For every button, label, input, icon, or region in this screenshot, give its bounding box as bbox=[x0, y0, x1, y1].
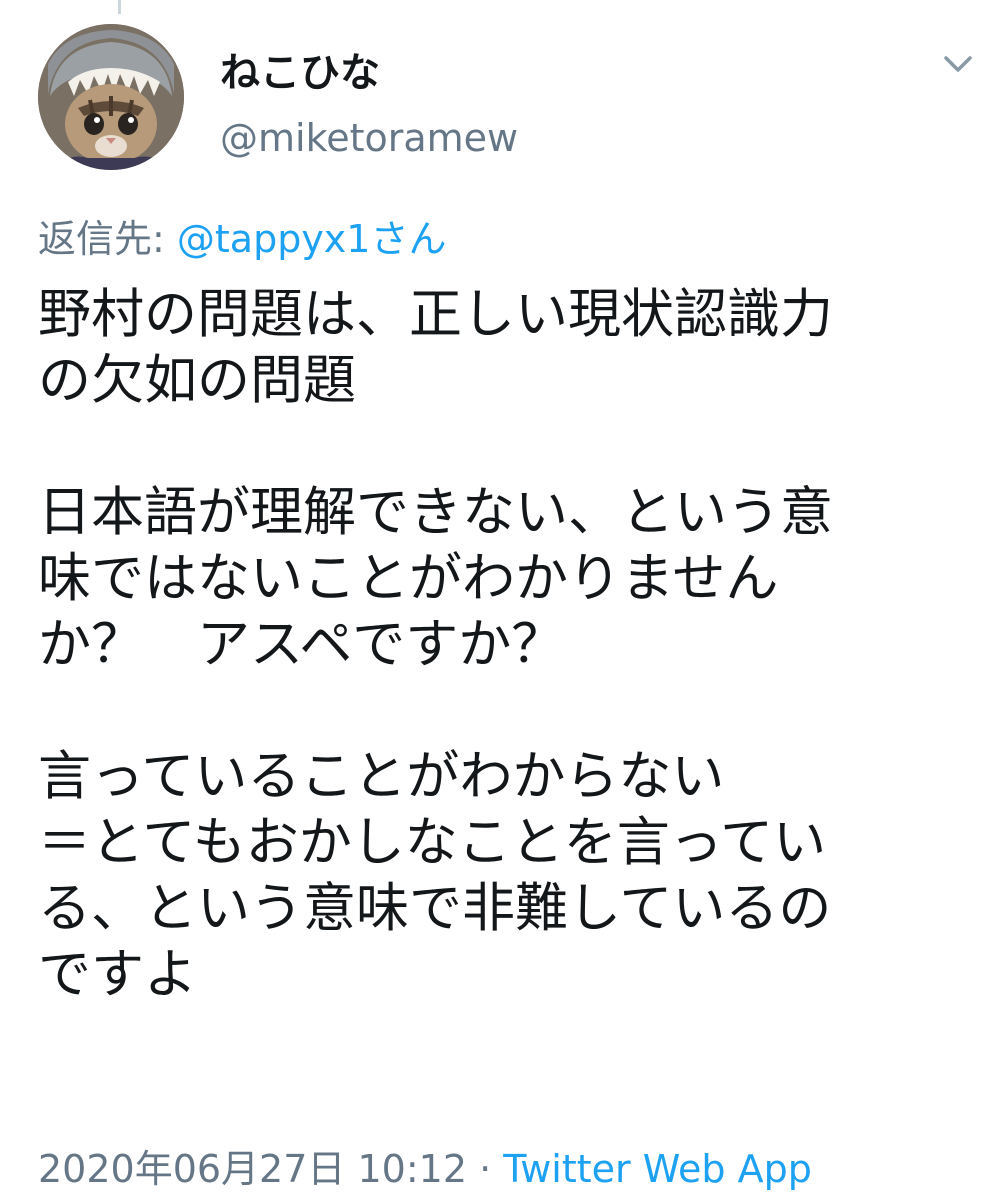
tweet-text: 野村の問題は、正しい現状認識力 の欠如の問題 日本語が理解できない、という意 味… bbox=[38, 282, 973, 1008]
tweet-line: ですよ bbox=[38, 944, 197, 1005]
reply-to-label: 返信先: bbox=[38, 217, 177, 261]
tweet-line: る、という意味で非難しているの bbox=[38, 878, 832, 939]
reply-to-line: 返信先: @tappyx1さん bbox=[38, 208, 446, 263]
tweet-line: 野村の問題は、正しい現状認識力 bbox=[38, 284, 833, 345]
tweet-line: 日本語が理解できない、という意 bbox=[38, 482, 833, 543]
paragraph-break bbox=[38, 678, 973, 744]
source-link[interactable]: Twitter Web App bbox=[503, 1147, 812, 1191]
meta-separator: · bbox=[467, 1147, 504, 1191]
paragraph-break bbox=[38, 414, 973, 480]
cat-avatar-icon bbox=[38, 24, 184, 170]
avatar[interactable] bbox=[38, 24, 184, 170]
reply-to-mention[interactable]: @tappyx1さん bbox=[177, 217, 447, 261]
chevron-down-icon[interactable] bbox=[938, 48, 978, 80]
tweet-line: か？ アスペですか？ bbox=[38, 614, 565, 675]
tweet-line: 味ではないことがわかりません bbox=[38, 548, 779, 609]
timestamp[interactable]: 2020年06月27日 10:12 bbox=[38, 1147, 467, 1191]
tweet-meta: 2020年06月27日 10:12 · Twitter Web App bbox=[38, 1138, 812, 1193]
tweet-line: 言っていることがわからない bbox=[38, 746, 725, 807]
thread-connector-line bbox=[118, 0, 121, 14]
tweet-line: の欠如の問題 bbox=[38, 350, 356, 411]
tweet-line: ＝とてもおかしなことを言ってい bbox=[38, 812, 827, 873]
display-name[interactable]: ねこひな bbox=[220, 40, 380, 98]
user-handle[interactable]: @miketoramew bbox=[220, 116, 518, 160]
